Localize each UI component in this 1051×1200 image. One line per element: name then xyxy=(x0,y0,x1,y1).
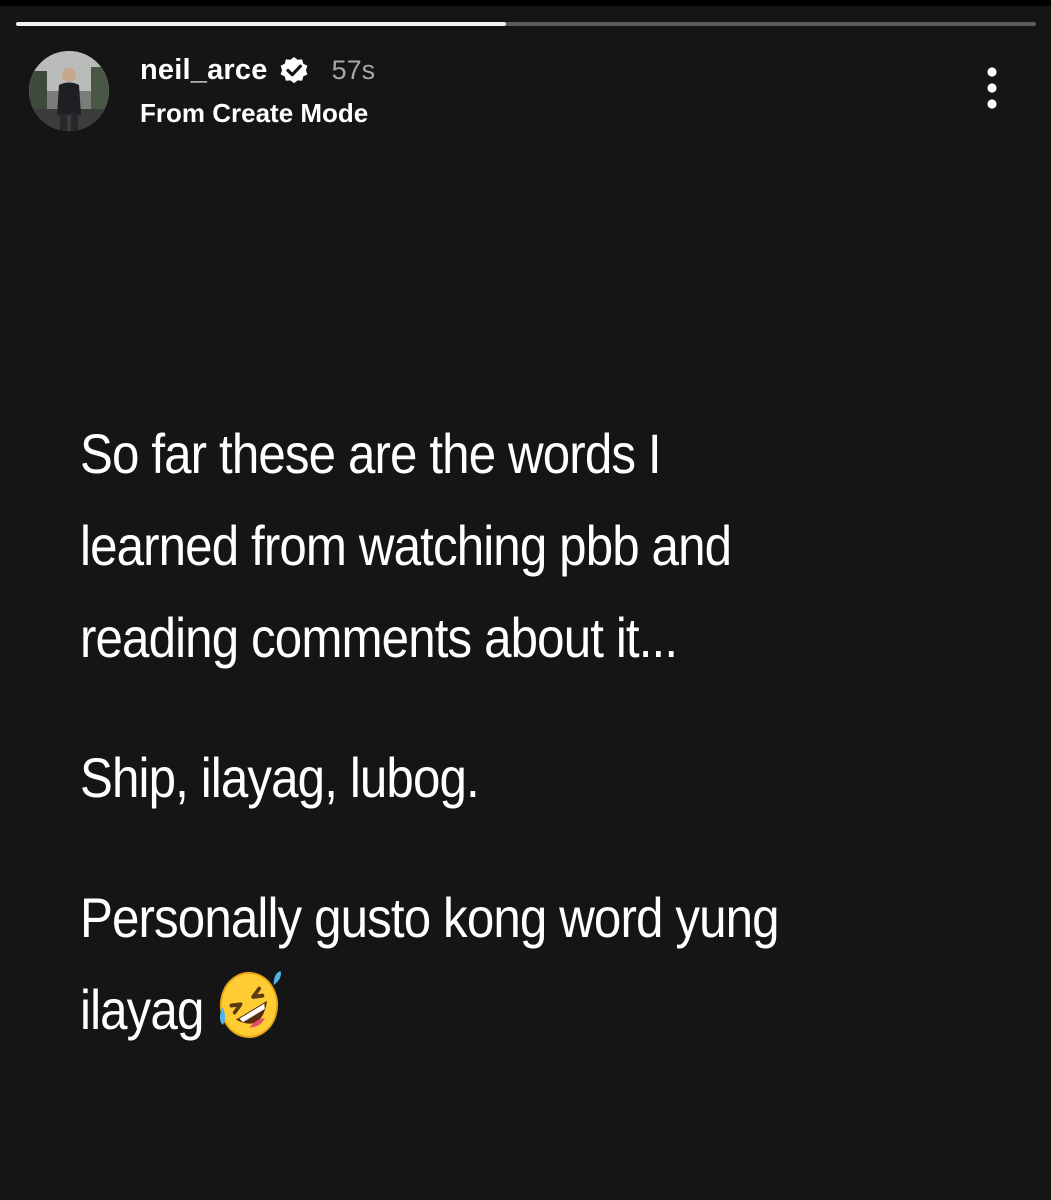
story-text: So far these are the words I learned fro… xyxy=(80,408,1010,1056)
more-vertical-icon xyxy=(987,67,997,109)
story-paragraph-3: Personally gusto kong word yung ilayag xyxy=(80,872,995,1056)
story-paragraph-3-text: Personally gusto kong word yung ilayag xyxy=(80,886,780,1041)
verified-badge-icon xyxy=(278,54,310,86)
story-progress-fill xyxy=(16,22,506,26)
story-paragraph-1: So far these are the words I learned fro… xyxy=(80,422,732,669)
username[interactable]: neil_arce xyxy=(140,54,268,87)
profile-photo-icon xyxy=(29,51,109,131)
story-paragraph-2: Ship, ilayag, lubog. xyxy=(80,746,480,809)
story-header: neil_arce 57s xyxy=(140,52,375,88)
story-progress-bar xyxy=(16,22,1036,26)
timestamp: 57s xyxy=(331,54,376,85)
top-strip xyxy=(0,0,1051,6)
rolling-on-the-floor-laughing-icon xyxy=(216,967,283,1043)
story-subtitle: From Create Mode xyxy=(140,98,369,128)
avatar[interactable] xyxy=(29,51,109,131)
more-options-button[interactable] xyxy=(970,64,1014,114)
